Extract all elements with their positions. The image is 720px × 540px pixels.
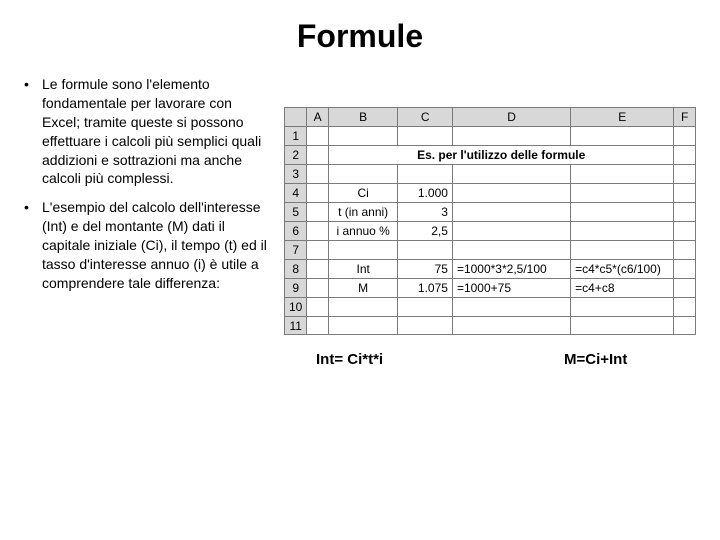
cell[interactable]: Ci (328, 184, 397, 203)
row-header[interactable]: 9 (285, 279, 307, 298)
cell[interactable]: M (328, 279, 397, 298)
cell[interactable] (571, 222, 674, 241)
cell[interactable] (307, 165, 329, 184)
cell[interactable] (328, 127, 397, 146)
col-header[interactable]: D (452, 108, 570, 127)
bullet-list: • Le formule sono l'elemento fondamental… (24, 75, 268, 293)
cell[interactable] (452, 298, 570, 317)
cell[interactable] (307, 279, 329, 298)
cell[interactable]: 1.075 (398, 279, 453, 298)
cell[interactable] (674, 279, 696, 298)
cell[interactable] (307, 222, 329, 241)
row-header[interactable]: 3 (285, 165, 307, 184)
col-header[interactable]: C (398, 108, 453, 127)
cell[interactable] (398, 165, 453, 184)
cell[interactable]: Int (328, 260, 397, 279)
cell[interactable] (674, 146, 696, 165)
cell[interactable]: =1000*3*2,5/100 (452, 260, 570, 279)
row-header[interactable]: 4 (285, 184, 307, 203)
cell[interactable] (674, 203, 696, 222)
cell[interactable] (674, 127, 696, 146)
cell[interactable] (398, 241, 453, 260)
cell[interactable]: =1000+75 (452, 279, 570, 298)
cell[interactable] (571, 165, 674, 184)
cell[interactable] (307, 317, 329, 335)
cell[interactable] (328, 317, 397, 335)
cell[interactable] (398, 298, 453, 317)
cell[interactable] (571, 184, 674, 203)
bullet-text: Le formule sono l'elemento fondamentale … (42, 75, 268, 188)
cell[interactable]: =c4*c5*(c6/100) (571, 260, 674, 279)
row-header[interactable]: 8 (285, 260, 307, 279)
cell[interactable]: t (in anni) (328, 203, 397, 222)
cell[interactable] (452, 165, 570, 184)
cell[interactable] (452, 203, 570, 222)
row-header[interactable]: 5 (285, 203, 307, 222)
cell[interactable] (674, 260, 696, 279)
cell[interactable] (452, 184, 570, 203)
bullet-icon: • (24, 75, 42, 188)
list-item: • Le formule sono l'elemento fondamental… (24, 75, 268, 188)
cell[interactable] (452, 317, 570, 335)
row-header[interactable]: 2 (285, 146, 307, 165)
cell[interactable] (674, 241, 696, 260)
cell[interactable] (571, 203, 674, 222)
col-header[interactable]: E (571, 108, 674, 127)
cell[interactable] (307, 184, 329, 203)
cell[interactable] (398, 317, 453, 335)
merged-heading-cell[interactable]: Es. per l'utilizzo delle formule (328, 146, 674, 165)
cell[interactable] (307, 203, 329, 222)
cell[interactable] (571, 127, 674, 146)
cell[interactable] (452, 241, 570, 260)
col-header[interactable]: B (328, 108, 397, 127)
cell[interactable] (571, 241, 674, 260)
cell[interactable]: =c4+c8 (571, 279, 674, 298)
formula-m: M=Ci+Int (564, 351, 627, 368)
cell[interactable]: 1.000 (398, 184, 453, 203)
cell[interactable]: 75 (398, 260, 453, 279)
cell[interactable]: 2,5 (398, 222, 453, 241)
cell[interactable] (571, 298, 674, 317)
row-header[interactable]: 10 (285, 298, 307, 317)
cell[interactable] (452, 222, 570, 241)
cell[interactable] (571, 317, 674, 335)
list-item: • L'esempio del calcolo dell'interesse (… (24, 198, 268, 292)
cell[interactable] (307, 241, 329, 260)
cell[interactable] (674, 298, 696, 317)
cell[interactable] (398, 127, 453, 146)
cell[interactable] (674, 184, 696, 203)
row-header[interactable]: 11 (285, 317, 307, 335)
row-header[interactable]: 6 (285, 222, 307, 241)
cell[interactable] (307, 127, 329, 146)
corner-cell[interactable] (285, 108, 307, 127)
cell[interactable] (307, 146, 329, 165)
col-header[interactable]: A (307, 108, 329, 127)
cell[interactable]: i annuo % (328, 222, 397, 241)
cell[interactable] (674, 222, 696, 241)
cell[interactable] (307, 260, 329, 279)
cell[interactable] (674, 165, 696, 184)
col-header[interactable]: F (674, 108, 696, 127)
cell[interactable] (328, 298, 397, 317)
bullet-icon: • (24, 198, 42, 292)
page-title: Formule (24, 18, 696, 55)
row-header[interactable]: 1 (285, 127, 307, 146)
formula-int: Int= Ci*t*i (284, 351, 564, 368)
cell[interactable] (307, 298, 329, 317)
spreadsheet-grid[interactable]: A B C D E F 1 2 Es. per l'utilizzo delle … (284, 107, 696, 335)
cell[interactable]: 3 (398, 203, 453, 222)
cell[interactable] (328, 165, 397, 184)
cell[interactable] (452, 127, 570, 146)
cell[interactable] (328, 241, 397, 260)
cell[interactable] (674, 317, 696, 335)
row-header[interactable]: 7 (285, 241, 307, 260)
bullet-text: L'esempio del calcolo dell'interesse (In… (42, 198, 268, 292)
